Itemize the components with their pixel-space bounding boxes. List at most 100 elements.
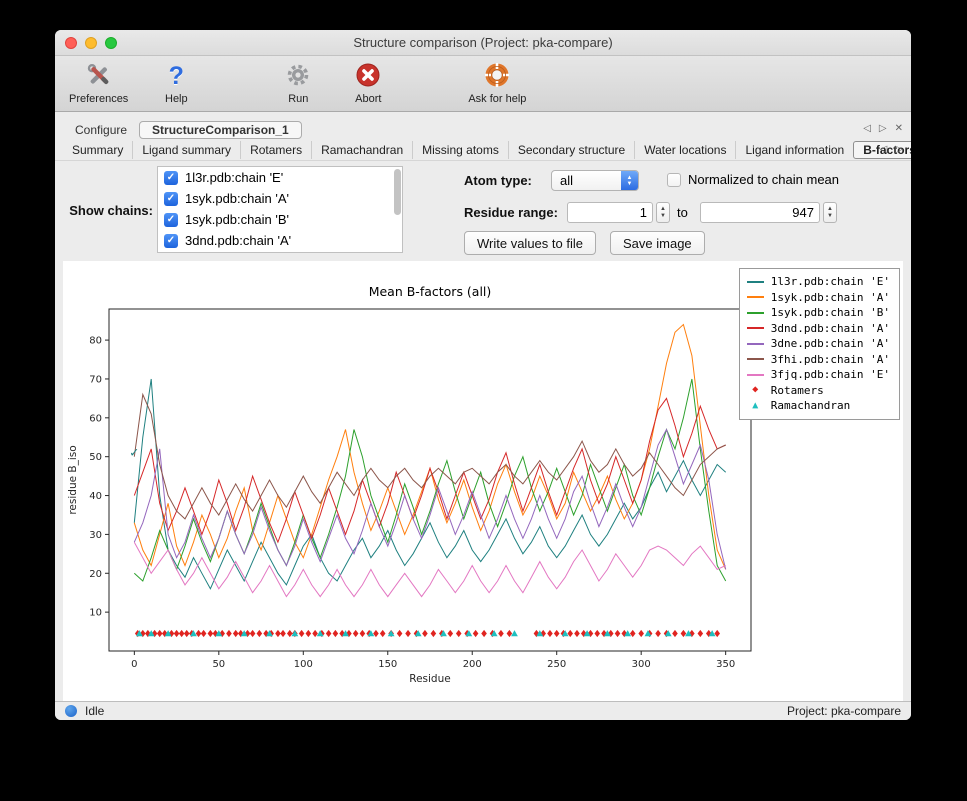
- legend-line-swatch: [747, 296, 764, 298]
- legend-item: ◆ Rotamers: [747, 383, 890, 399]
- project-label: Project: pka-compare: [787, 704, 901, 718]
- legend-item: ▲Ramachandran: [747, 398, 890, 414]
- chain-list[interactable]: ✓1l3r.pdb:chain 'E'✓1syk.pdb:chain 'A'✓1…: [157, 166, 403, 253]
- atom-type-dropdown[interactable]: all ▲▼: [551, 170, 639, 191]
- close-tab-icon[interactable]: ✕: [895, 122, 903, 136]
- dropdown-stepper-icon: ▲▼: [621, 171, 638, 190]
- svg-text:250: 250: [547, 659, 566, 670]
- svg-text:✓: ✓: [129, 446, 139, 460]
- tab-ramachandran[interactable]: Ramachandran: [311, 141, 412, 159]
- run-label: Run: [288, 93, 308, 105]
- doc-tab-nav: ◁ ▷ ✕: [863, 122, 903, 136]
- app-window: Structure comparison (Project: pka-compa…: [55, 30, 911, 720]
- run-button[interactable]: Run: [276, 60, 320, 105]
- residue-from-input[interactable]: [567, 202, 653, 223]
- list-item[interactable]: ✓1syk.pdb:chain 'A': [158, 188, 402, 209]
- tab-secondary-structure[interactable]: Secondary structure: [508, 141, 634, 159]
- svg-text:50: 50: [212, 659, 225, 670]
- chain-checkbox[interactable]: ✓: [164, 192, 178, 206]
- scrollbar-thumb[interactable]: [394, 169, 401, 215]
- legend-label: Ramachandran: [771, 399, 850, 412]
- svg-text:Mean B-factors (all): Mean B-factors (all): [369, 284, 492, 299]
- atom-type-value: all: [552, 173, 621, 188]
- list-item[interactable]: ✓ 1syk.pdb:chain 'B': [158, 209, 402, 230]
- tab-configure[interactable]: Configure: [63, 122, 139, 138]
- title-bar: Structure comparison (Project: pka-compa…: [55, 30, 911, 56]
- svg-text:0: 0: [131, 659, 137, 670]
- legend-label: 3dnd.pdb:chain 'A': [771, 322, 890, 335]
- chart-legend: 1l3r.pdb:chain 'E' 1syk.pdb:chain 'A'1syk…: [739, 268, 900, 420]
- tab-ligand-summary[interactable]: Ligand summary: [132, 141, 240, 159]
- tab-rotamers[interactable]: Rotamers: [240, 141, 311, 159]
- write-values-button[interactable]: Write values to file: [464, 231, 596, 255]
- tab-structurecomparison-1[interactable]: StructureComparison_1: [139, 121, 302, 139]
- view-tabs-container: SummaryLigand summaryRotamersRamachandra…: [63, 141, 911, 159]
- tab-missing-atoms[interactable]: Missing atoms: [412, 141, 508, 159]
- window-title: Structure comparison (Project: pka-compa…: [55, 30, 911, 56]
- chain-checkbox[interactable]: ✓: [164, 234, 178, 248]
- life-ring-icon: [482, 60, 512, 92]
- residue-to-stepper[interactable]: ▲▼: [823, 202, 837, 223]
- abort-label: Abort: [355, 93, 381, 105]
- legend-item: 3dnd.pdb:chain 'A': [747, 321, 890, 337]
- legend-item: 1l3r.pdb:chain 'E': [747, 274, 890, 290]
- status-text: Idle: [85, 704, 787, 718]
- svg-text:40: 40: [89, 491, 102, 502]
- legend-line-swatch: [747, 358, 764, 360]
- legend-item: 3dne.pdb:chain 'A': [747, 336, 890, 352]
- list-item[interactable]: ✓3dnd.pdb:chain 'A': [158, 230, 402, 251]
- residue-to-input[interactable]: [700, 202, 820, 223]
- normalized-label: Normalized to chain mean: [688, 172, 839, 187]
- svg-text:50: 50: [89, 452, 102, 463]
- normalized-checkbox-row[interactable]: Normalized to chain mean: [667, 172, 839, 187]
- legend-label: 1syk.pdb:chain 'B': [771, 306, 890, 319]
- atom-type-label: Atom type:: [464, 173, 532, 188]
- residue-from-stepper[interactable]: ▲▼: [656, 202, 670, 223]
- help-label: Help: [165, 93, 188, 105]
- preferences-button[interactable]: Preferences: [69, 60, 128, 105]
- list-item[interactable]: ✓1l3r.pdb:chain 'E': [158, 167, 402, 188]
- tools-icon: [84, 60, 114, 92]
- status-indicator-icon: [65, 705, 77, 717]
- svg-text:20: 20: [89, 569, 102, 580]
- chain-list-items: ✓1l3r.pdb:chain 'E'✓1syk.pdb:chain 'A'✓1…: [158, 167, 402, 251]
- tab-water-locations[interactable]: Water locations: [634, 141, 735, 159]
- gear-icon: [283, 60, 313, 92]
- chain-checkbox[interactable]: ✓: [164, 213, 178, 227]
- chain-checkbox[interactable]: ✓: [164, 171, 178, 185]
- ask-for-help-label: Ask for help: [468, 93, 526, 105]
- svg-text:Residue: Residue: [409, 673, 450, 685]
- controls-panel: Show chains: ✓1l3r.pdb:chain 'E'✓1syk.pd…: [55, 161, 911, 261]
- ask-for-help-button[interactable]: Ask for help: [468, 60, 526, 105]
- chevron-left-icon[interactable]: ◁: [863, 122, 871, 136]
- minimize-window-button[interactable]: [85, 37, 97, 49]
- legend-label: 3dne.pdb:chain 'A': [771, 337, 890, 350]
- save-image-button[interactable]: Save image: [610, 231, 705, 255]
- abort-button[interactable]: Abort: [346, 60, 390, 105]
- legend-label: 1l3r.pdb:chain 'E': [771, 275, 890, 288]
- zoom-window-button[interactable]: [105, 37, 117, 49]
- legend-label: Rotamers: [771, 384, 824, 397]
- legend-line-swatch: [747, 327, 764, 329]
- chevron-right-icon[interactable]: ▷: [895, 143, 903, 157]
- normalized-checkbox[interactable]: [667, 173, 681, 187]
- close-window-button[interactable]: [65, 37, 77, 49]
- help-button[interactable]: ? Help: [154, 60, 198, 105]
- legend-label: 3fjq.pdb:chain 'E': [771, 368, 890, 381]
- svg-text:80: 80: [89, 336, 102, 347]
- diamond-marker-icon: ◆: [747, 385, 764, 395]
- tab-ligand-information[interactable]: Ligand information: [735, 141, 853, 159]
- abort-icon: [353, 60, 383, 92]
- chevron-right-icon[interactable]: ▷: [879, 122, 887, 136]
- preferences-label: Preferences: [69, 93, 128, 105]
- traffic-lights: [65, 37, 117, 49]
- chevron-left-icon[interactable]: ◁: [880, 143, 888, 157]
- chain-label: 1syk.pdb:chain 'B': [185, 212, 289, 227]
- to-label: to: [677, 205, 688, 220]
- tab-summary[interactable]: Summary: [63, 141, 132, 159]
- legend-line-swatch: [747, 312, 764, 314]
- legend-item: 1syk.pdb:chain 'A': [747, 290, 890, 306]
- legend-line-swatch: [747, 281, 764, 283]
- legend-item: 1syk.pdb:chain 'B': [747, 305, 890, 321]
- svg-text:10: 10: [89, 608, 102, 619]
